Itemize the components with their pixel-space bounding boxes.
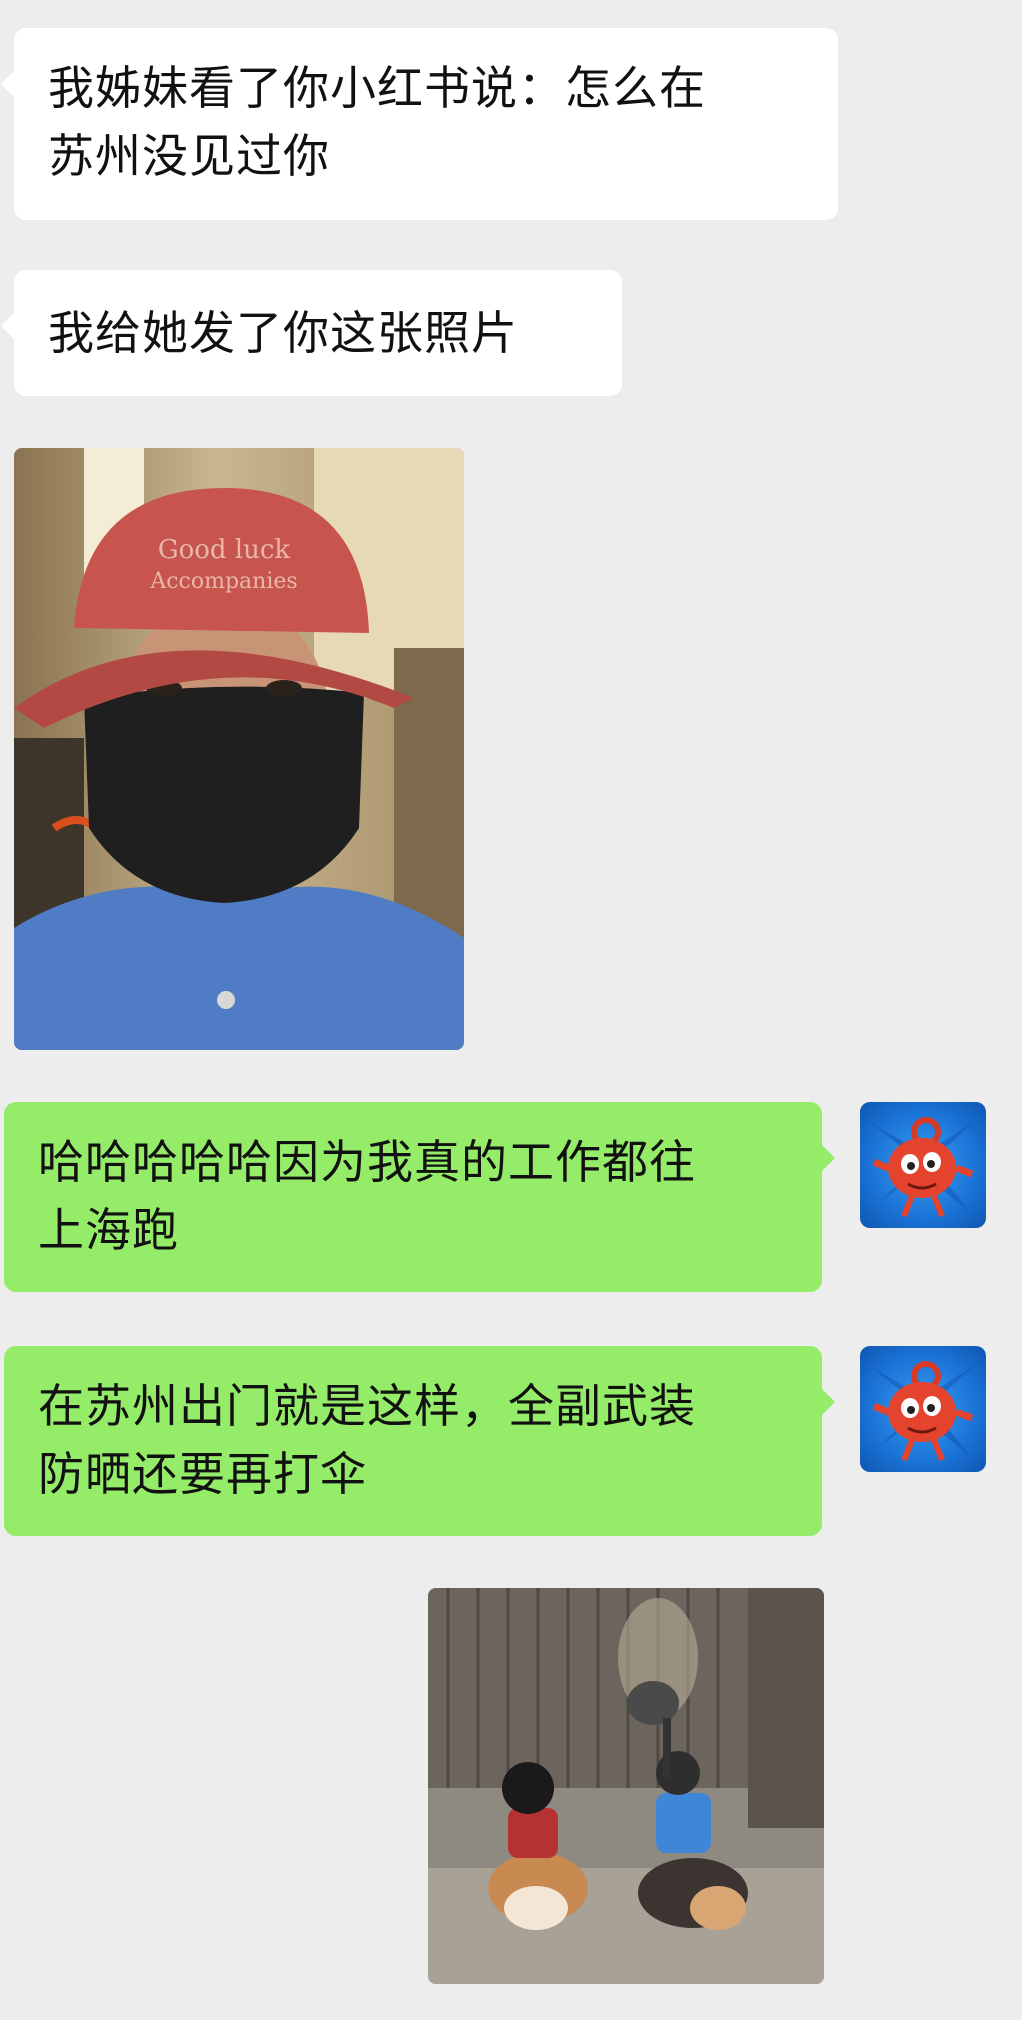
bubble-tail <box>1 70 15 98</box>
message-text-line: 哈哈哈哈哈因为我真的工作都往 <box>38 1135 696 1189</box>
svg-text:Good luck: Good luck <box>158 535 291 565</box>
bubble-tail <box>821 1388 835 1416</box>
bubble-tail <box>821 1144 835 1172</box>
message-image-corgi-riders[interactable] <box>428 1588 824 1984</box>
cartoon-teapot-avatar-icon <box>870 1117 976 1218</box>
message-bubble-outgoing[interactable]: 在苏州出门就是这样，全副武装 防晒还要再打伞 <box>4 1346 835 1536</box>
message-bubble-incoming[interactable]: 我姊妹看了你小红书说：怎么在 苏州没见过你 <box>1 28 838 220</box>
corgi-riders-gif-icon <box>428 1588 824 1984</box>
message-bubble-incoming[interactable]: 我给她发了你这张照片 <box>1 270 622 396</box>
message-image-selfie[interactable]: Good luck Accompanies <box>14 448 464 1050</box>
cartoon-teapot-avatar-icon <box>870 1361 976 1462</box>
message-text-line: 在苏州出门就是这样，全副武装 <box>38 1379 696 1433</box>
message-bubble-outgoing[interactable]: 哈哈哈哈哈因为我真的工作都往 上海跑 <box>4 1102 835 1292</box>
message-text-line: 苏州没见过你 <box>48 129 330 183</box>
message-text-line: 我姊妹看了你小红书说：怎么在 <box>48 61 706 115</box>
message-text-line: 防晒还要再打伞 <box>38 1447 367 1501</box>
message-text-line: 上海跑 <box>38 1203 179 1257</box>
user-avatar[interactable] <box>860 1102 986 1228</box>
svg-text:Accompanies: Accompanies <box>149 569 297 594</box>
bubble-tail <box>1 312 15 340</box>
user-avatar[interactable] <box>860 1346 986 1472</box>
selfie-photo-icon: Good luck Accompanies <box>14 448 464 1050</box>
message-text-line: 我给她发了你这张照片 <box>48 306 518 360</box>
